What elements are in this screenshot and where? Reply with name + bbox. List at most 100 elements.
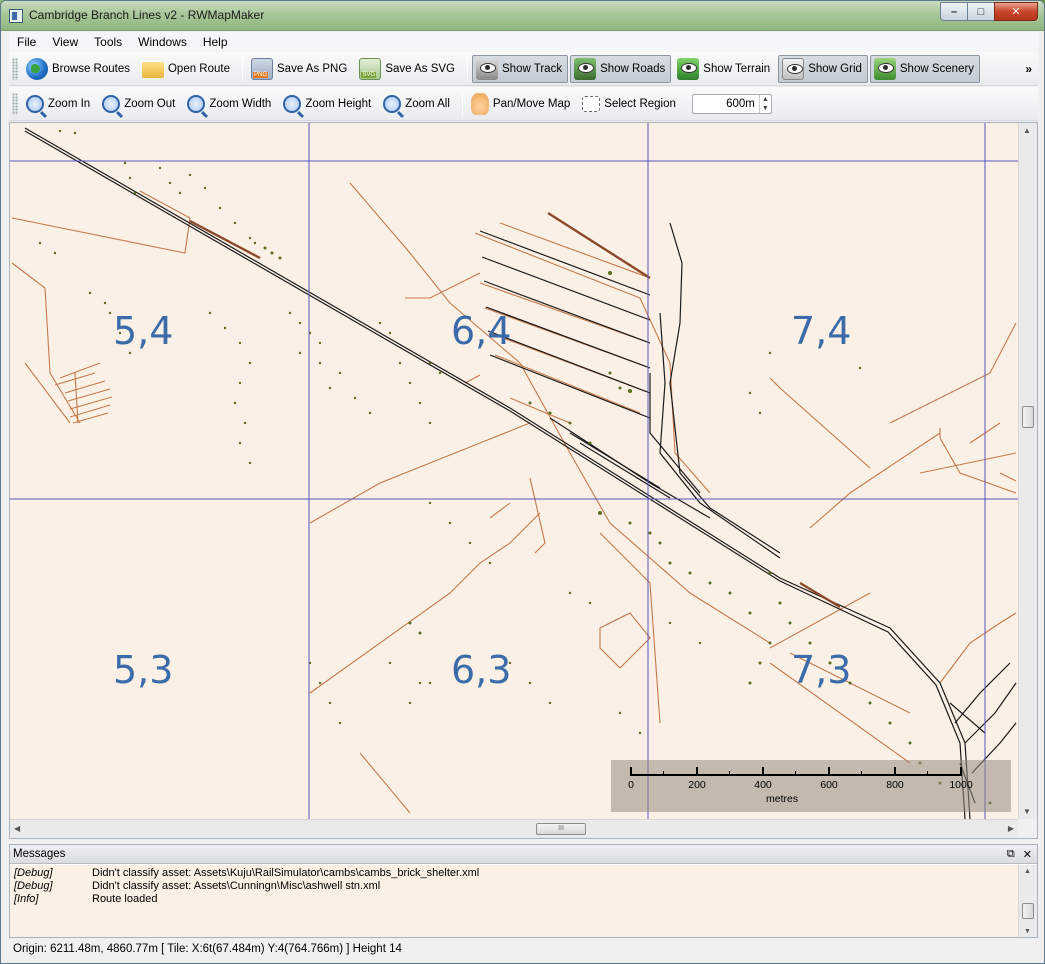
- scroll-up-icon[interactable]: ▲: [1023, 126, 1031, 135]
- message-text: Route loaded: [92, 893, 158, 905]
- toolbar-grip[interactable]: [12, 92, 18, 115]
- title-bar[interactable]: Cambridge Branch Lines v2 - RWMapMaker –…: [1, 1, 1044, 31]
- scale-tick: [762, 767, 764, 776]
- spin-up-icon[interactable]: ▲: [760, 95, 771, 104]
- main-window: Cambridge Branch Lines v2 - RWMapMaker –…: [0, 0, 1045, 964]
- window-title: Cambridge Branch Lines v2 - RWMapMaker: [29, 8, 265, 22]
- menu-help[interactable]: Help: [195, 35, 236, 49]
- eye-road-icon: [574, 57, 597, 80]
- zoom-all-label: Zoom All: [405, 97, 450, 110]
- region-size-spinbox[interactable]: 600m ▲ ▼: [691, 93, 772, 114]
- messages-header[interactable]: Messages ⧉ ✕: [10, 845, 1037, 864]
- open-route-label: Open Route: [167, 62, 230, 75]
- browse-routes-button[interactable]: Browse Routes: [22, 55, 136, 83]
- eye-terrain-icon: [677, 57, 700, 80]
- scale-tick: [960, 767, 962, 776]
- show-terrain-label: Show Terrain: [703, 62, 771, 75]
- pan-move-map-label: Pan/Move Map: [492, 97, 571, 110]
- map-canvas[interactable]: 5,4 6,4 7,4 5,3 6,3 7,3 0 200 400 600 80…: [10, 123, 1018, 819]
- map-drawing: [10, 123, 1018, 819]
- minimize-button[interactable]: –: [940, 2, 968, 21]
- track-network: [24, 127, 1017, 819]
- messages-scrollbar[interactable]: ▲ ▼: [1018, 865, 1037, 937]
- float-panel-icon[interactable]: ⧉: [1007, 848, 1015, 861]
- message-row: [Info] Route loaded: [14, 893, 1014, 906]
- folder-icon: [141, 61, 164, 78]
- toolbar-overflow-button[interactable]: »: [1025, 62, 1032, 76]
- show-roads-toggle[interactable]: Show Roads: [570, 54, 672, 83]
- app-icon: [9, 9, 23, 23]
- scroll-down-icon[interactable]: ▼: [1023, 807, 1031, 816]
- show-grid-toggle[interactable]: Show Grid: [778, 54, 868, 83]
- message-row: [Debug] Didn't classify asset: Assets\Ku…: [14, 867, 1014, 880]
- toolbar-separator: [467, 56, 468, 81]
- spin-down-icon[interactable]: ▼: [760, 104, 771, 113]
- zoom-in-button[interactable]: Zoom In: [22, 90, 96, 118]
- vertical-scroll-thumb[interactable]: [1022, 406, 1034, 428]
- scale-label-200: 200: [688, 779, 706, 791]
- pan-move-map-button[interactable]: Pan/Move Map: [467, 90, 576, 118]
- map-horizontal-scrollbar[interactable]: ◀ III ▶: [10, 819, 1018, 838]
- message-row: [Debug] Didn't classify asset: Assets\Cu…: [14, 880, 1014, 893]
- road-network: [11, 182, 1017, 814]
- messages-header-buttons: ⧉ ✕: [1007, 848, 1037, 861]
- messages-scroll-up-icon[interactable]: ▲: [1024, 868, 1031, 875]
- save-png-button[interactable]: Save As PNG: [247, 55, 353, 83]
- save-png-label: Save As PNG: [277, 62, 348, 75]
- globe-icon: [26, 57, 48, 80]
- scale-tick: [828, 767, 830, 776]
- zoom-all-icon: [383, 94, 402, 113]
- menu-file[interactable]: File: [9, 35, 44, 49]
- tile-label-6-3: 6,3: [451, 648, 512, 692]
- toolbar-separator: [242, 56, 243, 81]
- zoom-height-label: Zoom Height: [305, 97, 372, 110]
- grid-lines: [10, 123, 1018, 819]
- horizontal-scroll-thumb[interactable]: III: [536, 823, 586, 835]
- show-track-label: Show Track: [502, 62, 563, 75]
- select-region-icon: [582, 95, 601, 112]
- scale-tick: [696, 767, 698, 776]
- toolbar-grip[interactable]: [12, 57, 18, 80]
- save-svg-button[interactable]: Save As SVG: [355, 55, 461, 83]
- show-grid-label: Show Grid: [808, 62, 862, 75]
- zoom-width-label: Zoom Width: [209, 97, 272, 110]
- maximize-button[interactable]: □: [967, 2, 995, 21]
- spin-arrows: ▲ ▼: [758, 94, 771, 113]
- show-scenery-label: Show Scenery: [899, 62, 975, 75]
- menu-tools[interactable]: Tools: [86, 35, 130, 49]
- scale-tick: [894, 767, 896, 776]
- open-route-button[interactable]: Open Route: [138, 55, 236, 83]
- messages-scroll-down-icon[interactable]: ▼: [1024, 928, 1031, 935]
- scale-label-600: 600: [820, 779, 838, 791]
- zoom-height-button[interactable]: Zoom Height: [279, 90, 377, 118]
- message-text: Didn't classify asset: Assets\Kuju\RailS…: [92, 867, 480, 879]
- menu-view[interactable]: View: [44, 35, 86, 49]
- zoom-all-button[interactable]: Zoom All: [379, 90, 456, 118]
- show-track-toggle[interactable]: Show Track: [472, 54, 569, 83]
- scroll-left-icon[interactable]: ◀: [14, 824, 20, 833]
- menu-windows[interactable]: Windows: [130, 35, 195, 49]
- select-region-label: Select Region: [604, 97, 676, 110]
- scale-label-0: 0: [628, 779, 634, 791]
- close-button[interactable]: ✕: [994, 2, 1038, 21]
- tile-label-6-4: 6,4: [451, 309, 512, 353]
- messages-scroll-thumb[interactable]: [1022, 903, 1034, 919]
- map-vertical-scrollbar[interactable]: ▲ ▼: [1018, 123, 1037, 819]
- messages-list[interactable]: [Debug] Didn't classify asset: Assets\Ku…: [10, 865, 1018, 937]
- zoom-height-icon: [283, 94, 302, 113]
- map-view[interactable]: 5,4 6,4 7,4 5,3 6,3 7,3 0 200 400 600 80…: [9, 122, 1038, 839]
- toolbar-separator: [461, 91, 463, 116]
- brown-tracks: [189, 211, 841, 609]
- view-toolbar: Zoom In Zoom Out Zoom Width Zoom Height …: [9, 87, 1038, 121]
- browse-routes-label: Browse Routes: [52, 62, 130, 75]
- messages-title: Messages: [13, 848, 66, 860]
- show-roads-label: Show Roads: [600, 62, 666, 75]
- zoom-out-label: Zoom Out: [124, 97, 176, 110]
- select-region-button[interactable]: Select Region: [578, 90, 682, 118]
- zoom-width-button[interactable]: Zoom Width: [183, 90, 277, 118]
- scroll-right-icon[interactable]: ▶: [1008, 824, 1014, 833]
- show-terrain-toggle[interactable]: Show Terrain: [673, 55, 776, 83]
- show-scenery-toggle[interactable]: Show Scenery: [869, 54, 981, 83]
- zoom-out-button[interactable]: Zoom Out: [98, 90, 181, 118]
- close-panel-icon[interactable]: ✕: [1023, 848, 1032, 861]
